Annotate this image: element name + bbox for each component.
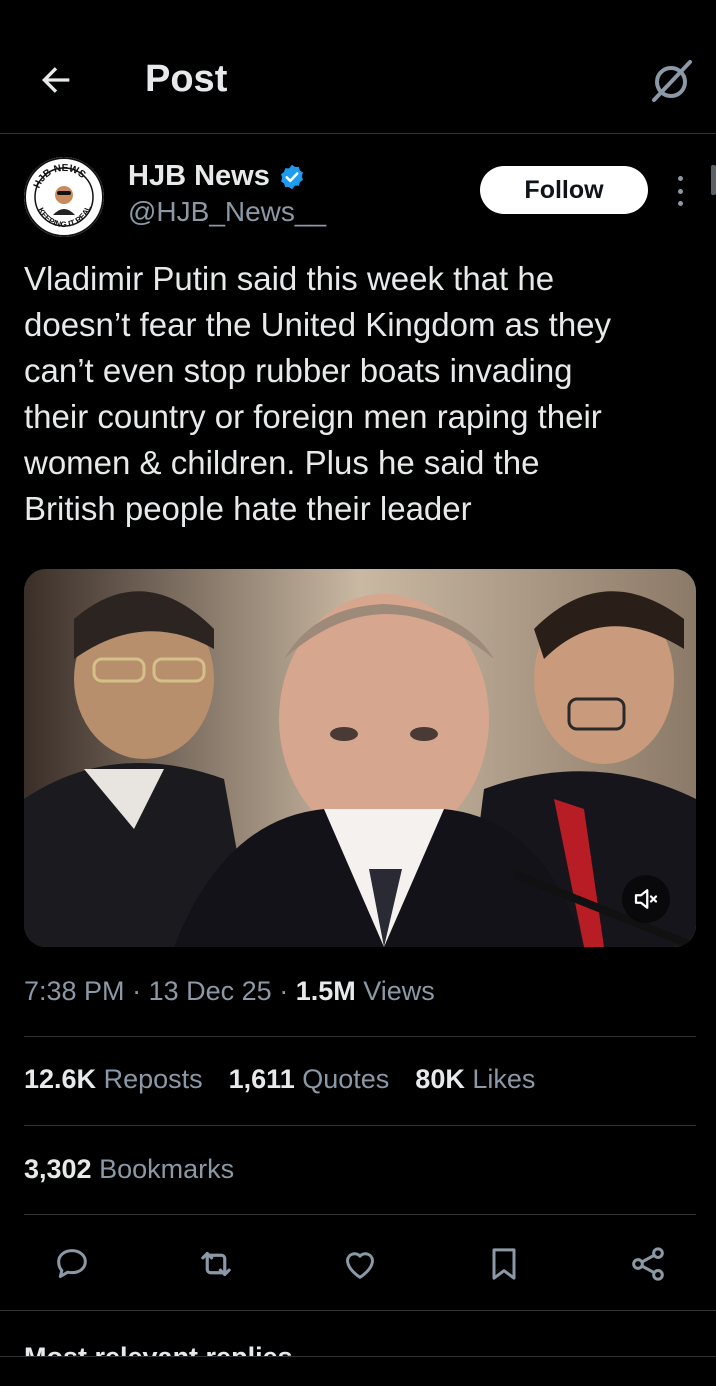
arrow-left-icon [42,67,70,93]
reposts-label: Reposts [103,1064,203,1094]
top-bar: Post [0,0,716,134]
more-options-button[interactable] [666,176,694,206]
divider [24,1036,696,1037]
reposts-count: 12.6K [24,1064,97,1094]
hjb-news-logo: HJB NEWS KEEPING IT REAL [24,157,104,237]
replies-sort-dropdown[interactable]: Most relevant replies ⌄ [24,1340,323,1356]
like-icon [346,1252,374,1279]
chevron-down-icon: ⌄ [300,1342,323,1356]
tweet-time: 7:38 PM [24,976,125,1006]
repost-button[interactable] [192,1240,240,1288]
volume-muted-icon [634,889,658,909]
divider [0,1356,716,1357]
engagement-stats: 12.6K Reposts 1,611 Quotes 80K Likes [24,1064,535,1095]
divider [24,1125,696,1126]
views-count[interactable]: 1.5M [296,976,356,1006]
more-dot [677,201,683,206]
reply-button[interactable] [48,1240,96,1288]
share-button[interactable] [624,1240,672,1288]
bookmarks-stat[interactable]: 3,302 Bookmarks [24,1154,234,1185]
reposts-stat[interactable]: 12.6K Reposts [24,1064,203,1095]
verified-badge-icon [280,164,303,189]
like-button[interactable] [336,1240,384,1288]
views-label: Views [363,976,435,1006]
video-frame [24,569,696,947]
quotes-stat[interactable]: 1,611 Quotes [229,1064,390,1095]
tweet-date: 13 Dec 25 [148,976,272,1006]
divider [24,1214,696,1215]
quotes-label: Quotes [302,1064,390,1094]
more-dot [677,188,683,194]
tweet-text: Vladimir Putin said this week that he do… [24,260,612,527]
reply-icon [57,1249,87,1278]
bookmark-icon [492,1248,516,1280]
share-icon [632,1247,664,1281]
likes-count: 80K [415,1064,465,1094]
bookmarks-count: 3,302 [24,1154,92,1184]
replies-sort-label: Most relevant replies [24,1342,293,1356]
avatar[interactable]: HJB NEWS KEEPING IT REAL [24,157,104,237]
quotes-count: 1,611 [228,1064,295,1094]
more-dot [677,176,683,181]
mute-button[interactable] [622,875,670,923]
grok-icon [652,60,692,102]
author-name-row[interactable]: HJB News [128,160,306,193]
action-bar [0,1240,716,1288]
bookmarks-label: Bookmarks [99,1154,235,1184]
author-name[interactable]: HJB News [128,160,270,193]
follow-button[interactable]: Follow [480,166,648,214]
tweet-video[interactable] [24,569,696,947]
back-button[interactable] [34,58,78,102]
author-handle[interactable]: @HJB_News__ [128,196,326,228]
repost-icon [201,1251,231,1277]
divider [0,1310,716,1311]
meta-separator: · [132,976,142,1006]
scrollbar[interactable] [711,165,716,195]
grok-button[interactable] [648,56,696,104]
tweet-meta: 7:38 PM · 13 Dec 25 · 1.5M Views [24,976,435,1007]
meta-separator: · [279,976,289,1006]
likes-label: Likes [472,1064,536,1094]
likes-stat[interactable]: 80K Likes [415,1064,535,1095]
page-title: Post [145,58,228,100]
bookmark-button[interactable] [480,1240,528,1288]
